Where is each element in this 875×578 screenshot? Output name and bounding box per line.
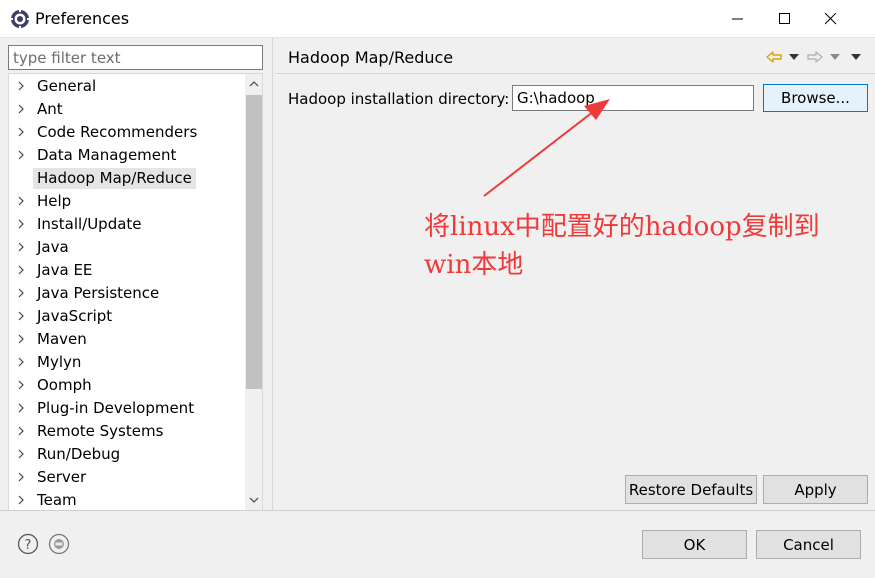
tree-item-label: Server	[37, 468, 87, 486]
chevron-right-icon[interactable]	[16, 403, 26, 413]
dropdown-triangle-icon	[789, 54, 799, 60]
tree-item[interactable]: Hadoop Map/Reduce	[9, 167, 245, 190]
window-title: Preferences	[35, 9, 130, 28]
back-arrow-icon	[766, 51, 782, 63]
cancel-button[interactable]: Cancel	[756, 530, 861, 559]
import-export-icon[interactable]	[48, 533, 70, 555]
tree-item-label: Help	[37, 192, 72, 210]
tree-item-label: Hadoop Map/Reduce	[33, 168, 196, 189]
chevron-right-icon[interactable]	[16, 311, 26, 321]
chevron-right-icon[interactable]	[16, 104, 26, 114]
close-icon	[825, 13, 837, 25]
tree-item-label: General	[37, 77, 97, 95]
chevron-right-icon[interactable]	[16, 81, 26, 91]
apply-button[interactable]: Apply	[763, 475, 868, 504]
tree-item[interactable]: Help	[9, 190, 245, 213]
svg-text:?: ?	[25, 538, 32, 553]
tree-item[interactable]: Run/Debug	[9, 443, 245, 466]
back-history-dropdown[interactable]	[787, 48, 801, 66]
chevron-right-icon[interactable]	[16, 196, 26, 206]
tree-item[interactable]: Ant	[9, 98, 245, 121]
maximize-button[interactable]	[762, 0, 808, 38]
chevron-up-icon	[249, 81, 259, 87]
annotation-line-2: win本地	[424, 250, 524, 280]
chevron-right-icon[interactable]	[16, 265, 26, 275]
minimize-icon	[732, 18, 743, 20]
tree-item[interactable]: Mylyn	[9, 351, 245, 374]
annotation-arrow	[483, 99, 610, 197]
chevron-right-icon[interactable]	[16, 472, 26, 482]
tree-item-label: Java	[37, 238, 69, 256]
tree-scrollbar[interactable]	[245, 74, 262, 510]
preference-tree: General Ant Code Recommenders Data Manageme…	[8, 73, 263, 511]
forward-arrow-icon	[807, 51, 823, 63]
back-button[interactable]	[765, 48, 783, 66]
tree-item[interactable]: Java EE	[9, 259, 245, 282]
chevron-right-icon[interactable]	[16, 449, 26, 459]
pane-splitter[interactable]	[272, 38, 273, 510]
header-divider	[275, 73, 875, 74]
tree-item[interactable]: Install/Update	[9, 213, 245, 236]
tree-item-label: Mylyn	[37, 353, 82, 371]
tree-item[interactable]: Java Persistence	[9, 282, 245, 305]
tree-item-label: Team	[37, 491, 77, 509]
chevron-right-icon[interactable]	[16, 495, 26, 505]
help-icon[interactable]: ?	[17, 533, 39, 555]
title-bar: Preferences	[0, 0, 875, 38]
footer-divider	[0, 510, 875, 511]
tree-item[interactable]: General	[9, 75, 245, 98]
tree-item-label: Data Management	[37, 146, 177, 164]
view-menu-icon	[851, 54, 861, 60]
tree-item[interactable]: Remote Systems	[9, 420, 245, 443]
view-menu-button[interactable]	[849, 48, 863, 66]
tree-item-label: Java EE	[37, 261, 93, 279]
tree-item[interactable]: Data Management	[9, 144, 245, 167]
tree-item-label: Oomph	[37, 376, 92, 394]
tree-item-label: Run/Debug	[37, 445, 121, 463]
tree-item-label: Plug-in Development	[37, 399, 195, 417]
chevron-right-icon[interactable]	[16, 334, 26, 344]
tree-item-label: Maven	[37, 330, 87, 348]
restore-defaults-button[interactable]: Restore Defaults	[625, 475, 757, 504]
ok-button[interactable]: OK	[642, 530, 747, 559]
scroll-up-button[interactable]	[245, 74, 262, 94]
browse-button[interactable]: Browse...	[763, 84, 868, 112]
tree-item[interactable]: Server	[9, 466, 245, 489]
tree-item[interactable]: Oomph	[9, 374, 245, 397]
tree-item-label: JavaScript	[37, 307, 113, 325]
tree-item-label: Ant	[37, 100, 63, 118]
tree-item[interactable]: JavaScript	[9, 305, 245, 328]
tree-item[interactable]: Java	[9, 236, 245, 259]
chevron-right-icon[interactable]	[16, 219, 26, 229]
dropdown-triangle-icon	[830, 54, 840, 60]
chevron-right-icon[interactable]	[16, 380, 26, 390]
tree-item[interactable]: Plug-in Development	[9, 397, 245, 420]
tree-item-label: Java Persistence	[37, 284, 160, 302]
chevron-right-icon[interactable]	[16, 150, 26, 160]
eclipse-gear-icon	[10, 9, 30, 29]
scroll-thumb[interactable]	[246, 95, 262, 389]
chevron-right-icon[interactable]	[16, 426, 26, 436]
close-button[interactable]	[808, 0, 854, 38]
page-title: Hadoop Map/Reduce	[288, 48, 454, 67]
tree-item-label: Remote Systems	[37, 422, 164, 440]
tree-item[interactable]: Code Recommenders	[9, 121, 245, 144]
chevron-right-icon[interactable]	[16, 242, 26, 252]
tree-item[interactable]: Team	[9, 489, 245, 510]
chevron-right-icon[interactable]	[16, 357, 26, 367]
annotation-line-1: 将linux中配置好的hadoop复制到	[424, 212, 820, 242]
forward-history-dropdown[interactable]	[828, 48, 842, 66]
annotation-text: 将linux中配置好的hadoop复制到 win本地	[424, 208, 869, 284]
chevron-right-icon[interactable]	[16, 288, 26, 298]
forward-button[interactable]	[806, 48, 824, 66]
minimize-button[interactable]	[715, 0, 761, 38]
tree-item[interactable]: Maven	[9, 328, 245, 351]
chevron-right-icon[interactable]	[16, 127, 26, 137]
tree-item-label: Code Recommenders	[37, 123, 198, 141]
maximize-icon	[779, 13, 790, 24]
chevron-down-icon	[249, 497, 259, 503]
scroll-down-button[interactable]	[245, 490, 262, 510]
tree-item-label: Install/Update	[37, 215, 142, 233]
filter-input[interactable]	[8, 45, 263, 70]
